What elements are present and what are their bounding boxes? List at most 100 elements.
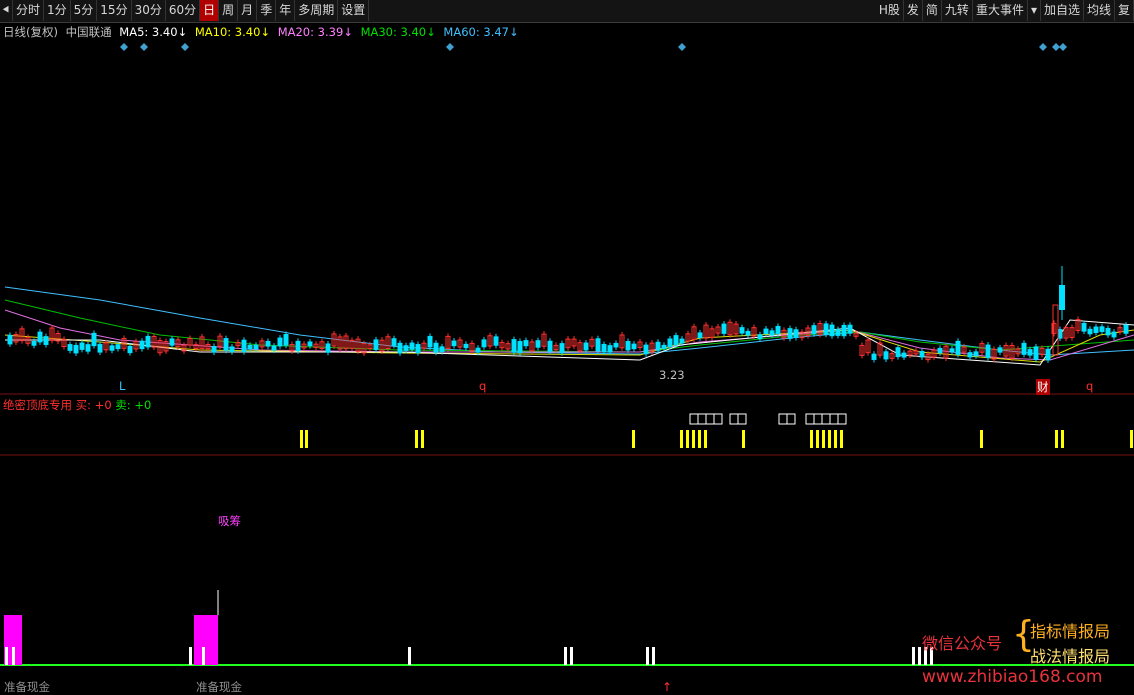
candle-body [667, 338, 673, 348]
candle-body [1093, 326, 1099, 334]
white-bar [570, 647, 573, 665]
signal-box [805, 413, 815, 425]
signal-bar [415, 430, 418, 448]
candle-body [493, 336, 499, 346]
watermark-wechat: 微信公众号 [922, 634, 1003, 653]
candle-body [295, 340, 301, 352]
candle-body [973, 351, 979, 357]
event-diamond-icon [446, 43, 454, 51]
marker-cai[interactable]: 财 [1036, 379, 1050, 395]
candle-body [31, 340, 37, 346]
candle-body [247, 344, 253, 350]
event-diamond-icon [120, 43, 128, 51]
candle-body [547, 340, 553, 352]
indicator1-sell: 卖: +0 [115, 398, 152, 412]
watermark-name1: 指标情报局 [1030, 622, 1111, 641]
candle-body [739, 327, 745, 334]
event-diamond-icon [1039, 43, 1047, 51]
signal-box [829, 413, 839, 425]
candle-body [967, 352, 973, 358]
candle-body [1057, 329, 1063, 339]
candle-body [673, 335, 679, 346]
candle-body [277, 337, 283, 347]
candle-body [97, 343, 103, 353]
candle-body [757, 334, 763, 340]
candle-body [427, 335, 433, 348]
candle-body [595, 338, 601, 352]
candle-body [625, 341, 631, 351]
candle-body [271, 345, 277, 351]
candle-body [559, 343, 565, 354]
event-diamond-icon [1059, 43, 1067, 51]
candle-body [523, 340, 529, 347]
candle-body [391, 338, 397, 346]
candle-body [1059, 285, 1065, 310]
candle-body [841, 324, 847, 337]
candle-body [985, 344, 991, 359]
signal-box [689, 413, 699, 425]
candle-body [265, 340, 271, 347]
signal-box [729, 413, 739, 425]
watermark-name2: 战法情报局 [1030, 647, 1111, 666]
kline-chart[interactable]: ↑ [0, 0, 1134, 693]
marker-q2: q [1086, 379, 1094, 393]
candle-body [1021, 342, 1027, 355]
candle-body [631, 343, 637, 350]
candle-body [607, 345, 613, 353]
candle-body [127, 345, 133, 354]
signal-bar [840, 430, 843, 448]
white-bar [12, 647, 15, 665]
candle-body [397, 342, 403, 354]
up-arrow-icon: ↑ [662, 680, 672, 693]
signal-bar [300, 430, 303, 448]
white-bar [564, 647, 567, 665]
candle-body [145, 335, 151, 348]
candle-body [1099, 326, 1105, 332]
candle-body [697, 332, 703, 339]
signal-box [813, 413, 823, 425]
candle-body [439, 346, 445, 353]
signal-bar [704, 430, 707, 448]
candle-body [721, 323, 727, 334]
candle-body [955, 340, 961, 355]
candle-body [109, 345, 115, 351]
candle-body [283, 334, 289, 346]
signal-bar [822, 430, 825, 448]
candle-body [253, 344, 259, 350]
candle-body [211, 346, 217, 353]
candle-body [43, 336, 49, 345]
white-bar [5, 647, 8, 665]
signal-bar [828, 430, 831, 448]
signal-bar [686, 430, 689, 448]
candle-body [241, 339, 247, 353]
candle-body [139, 340, 145, 350]
candle-body [769, 330, 775, 336]
signal-bar [698, 430, 701, 448]
candle-body [847, 324, 853, 334]
accumulation-bar [16, 615, 22, 665]
signal-box [837, 413, 847, 425]
candle-body [517, 341, 523, 354]
signal-bar [1061, 430, 1064, 448]
candle-body [643, 344, 649, 355]
candle-body [451, 340, 457, 347]
candle-body [787, 328, 793, 339]
signal-box [713, 413, 723, 425]
candle-body [223, 338, 229, 351]
candle-body [169, 338, 175, 346]
candle-body [655, 341, 661, 351]
signal-bar [692, 430, 695, 448]
signal-bar [680, 430, 683, 448]
candle-body [829, 324, 835, 337]
candle-body [823, 323, 829, 335]
indicator1-name: 绝密顶底专用 [3, 398, 72, 412]
signal-box [778, 413, 788, 425]
candle-body [613, 342, 619, 348]
event-diamond-icon [678, 43, 686, 51]
white-bar [912, 647, 915, 665]
accumulation-bar [194, 615, 200, 665]
signal-bar [810, 430, 813, 448]
candle-body [1087, 328, 1093, 335]
signal-bar [1055, 430, 1058, 448]
candle-body [325, 343, 331, 353]
